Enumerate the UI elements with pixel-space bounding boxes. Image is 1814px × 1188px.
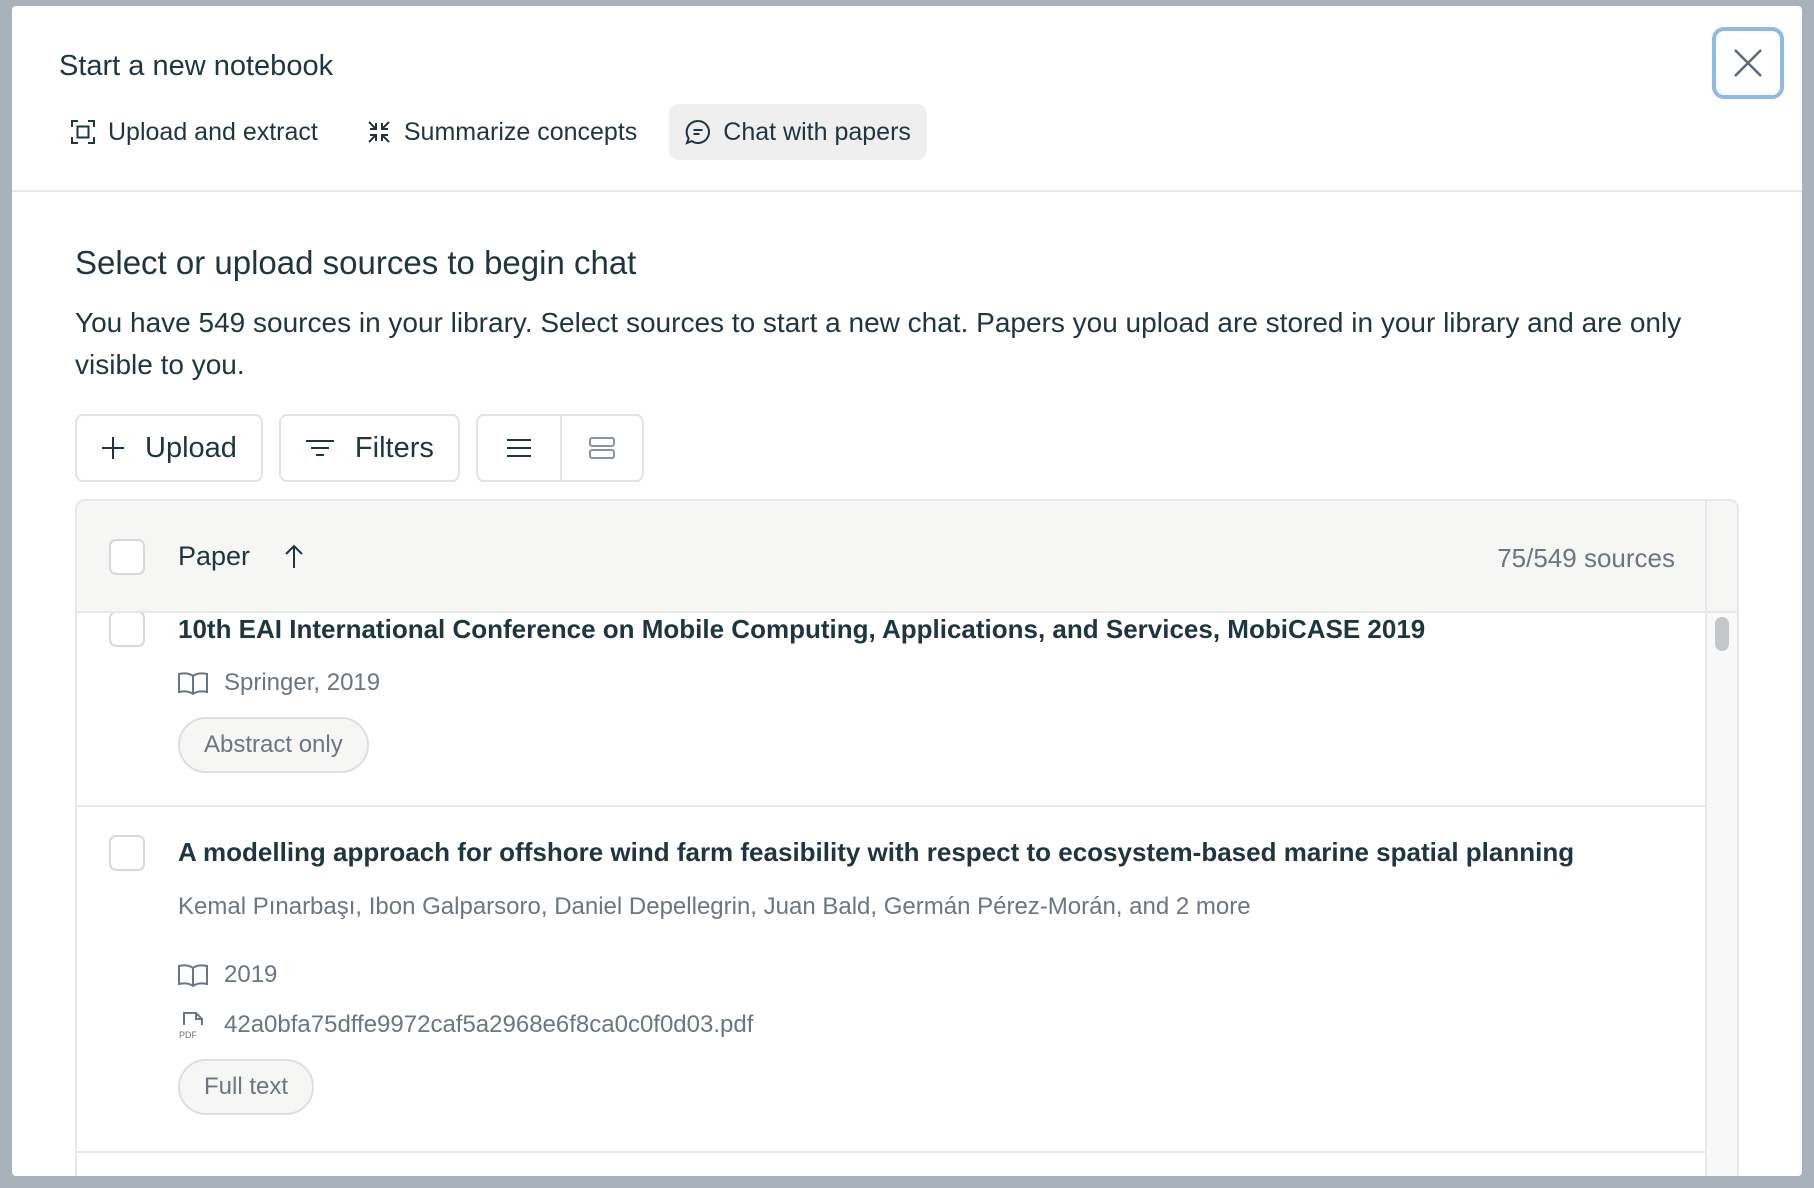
availability-badge: Abstract only <box>178 717 369 773</box>
card-view-button[interactable] <box>559 416 642 480</box>
tab-label: Upload and extract <box>108 117 318 146</box>
paper-column-header[interactable]: Paper <box>178 541 304 572</box>
paper-title[interactable]: A modelling approach for offshore wind f… <box>178 837 1574 868</box>
chat-bubble-icon <box>685 119 711 145</box>
book-icon <box>178 672 208 695</box>
scan-icon <box>71 120 95 144</box>
venue-text: Springer, 2019 <box>224 669 381 696</box>
table-row[interactable]: 10th EAI International Conference on Mob… <box>77 613 1705 807</box>
new-notebook-modal: Start a new notebook Upload and extract … <box>12 6 1802 1176</box>
card-view-icon <box>588 437 615 459</box>
tab-chat-with-papers[interactable]: Chat with papers <box>669 104 927 160</box>
paper-venue: 2019 <box>178 961 277 989</box>
table-row[interactable]: A modelling approach for offshore wind f… <box>77 807 1705 1153</box>
section-title: Select or upload sources to begin chat <box>75 244 637 281</box>
paper-venue: Springer, 2019 <box>178 669 380 697</box>
book-icon <box>178 964 208 987</box>
venue-text: 2019 <box>224 961 278 988</box>
paper-column-label: Paper <box>178 541 251 571</box>
scrollbar-thumb[interactable] <box>1715 617 1729 651</box>
table-scrollbar[interactable] <box>1707 613 1737 1176</box>
table-body: 10th EAI International Conference on Mob… <box>77 613 1737 1176</box>
tab-label: Chat with papers <box>723 117 911 146</box>
modal-title: Start a new notebook <box>59 50 334 82</box>
section-description: You have 549 sources in your library. Se… <box>75 307 1682 380</box>
collapse-icon <box>368 121 390 143</box>
paper-file[interactable]: PDF 42a0bfa75dffe9972caf5a2968e6f8ca0c0f… <box>178 1011 753 1039</box>
row-checkbox[interactable] <box>109 613 145 647</box>
svg-text:PDF: PDF <box>179 1030 198 1039</box>
table-header: Paper 75/549 sources <box>77 501 1737 613</box>
paper-authors: Kemal Pınarbaşı, Ibon Galparsoro, Daniel… <box>178 893 1251 920</box>
close-icon <box>1734 49 1762 77</box>
upload-button-label: Upload <box>145 431 237 464</box>
modal-content: Select or upload sources to begin chat Y… <box>75 194 1739 1176</box>
tab-label: Summarize concepts <box>403 117 638 146</box>
modal-header: Start a new notebook Upload and extract … <box>12 6 1802 192</box>
filter-icon <box>305 440 334 456</box>
sort-ascending-icon <box>285 544 303 568</box>
tab-summarize-concepts[interactable]: Summarize concepts <box>350 104 653 160</box>
mode-tabs: Upload and extract Summarize concepts Ch… <box>54 104 927 160</box>
filters-button[interactable]: Filters <box>278 414 460 482</box>
paper-title[interactable]: 10th EAI International Conference on Mob… <box>178 614 1425 645</box>
row-checkbox[interactable] <box>109 835 145 871</box>
toolbar: Upload Filters <box>75 414 644 482</box>
tab-upload-and-extract[interactable]: Upload and extract <box>54 104 334 160</box>
table-rows: 10th EAI International Conference on Mob… <box>77 613 1707 1176</box>
upload-button[interactable]: Upload <box>75 414 263 482</box>
select-all-checkbox[interactable] <box>109 539 145 575</box>
sources-table: Paper 75/549 sources 10th EAI Internatio… <box>75 499 1739 1176</box>
sources-count: 75/549 sources <box>1497 543 1675 573</box>
plus-icon <box>102 437 124 459</box>
file-name: 42a0bfa75dffe9972caf5a2968e6f8ca0c0f0d03… <box>224 1011 754 1038</box>
list-view-button[interactable] <box>478 416 560 480</box>
view-toggle <box>475 414 644 482</box>
availability-badge: Full text <box>178 1059 315 1115</box>
pdf-file-icon: PDF <box>179 1012 203 1039</box>
list-view-icon <box>506 439 531 457</box>
close-button[interactable] <box>1712 27 1784 99</box>
filters-button-label: Filters <box>354 431 434 464</box>
